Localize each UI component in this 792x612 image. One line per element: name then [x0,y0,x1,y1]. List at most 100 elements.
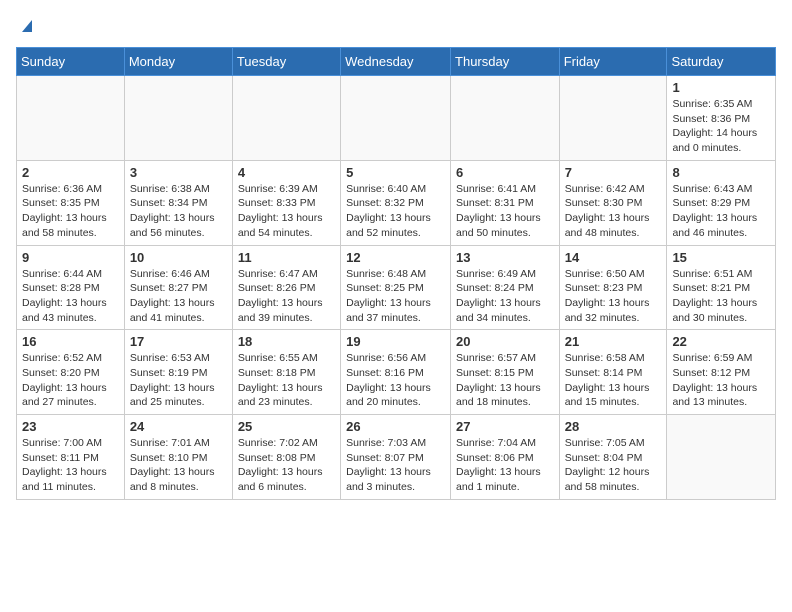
day-number: 15 [672,250,770,265]
day-number: 6 [456,165,554,180]
weekday-header-sunday: Sunday [17,48,125,76]
day-info: Sunrise: 6:46 AM Sunset: 8:27 PM Dayligh… [130,267,227,326]
calendar-cell: 11 Sunrise: 6:47 AM Sunset: 8:26 PM Dayli… [232,245,340,330]
day-info: Sunrise: 6:51 AM Sunset: 8:21 PM Dayligh… [672,267,770,326]
day-number: 3 [130,165,227,180]
calendar-cell [667,415,776,500]
logo-icon [18,16,36,34]
calendar-cell: 2 Sunrise: 6:36 AM Sunset: 8:35 PM Daylig… [17,160,125,245]
calendar-week-3: 9 Sunrise: 6:44 AM Sunset: 8:28 PM Daylig… [17,245,776,330]
day-number: 23 [22,419,119,434]
day-number: 22 [672,334,770,349]
day-info: Sunrise: 6:48 AM Sunset: 8:25 PM Dayligh… [346,267,445,326]
calendar-cell: 19Sunrise: 6:56 AM Sunset: 8:16 PM Dayli… [341,330,451,415]
day-info: Sunrise: 6:36 AM Sunset: 8:35 PM Dayligh… [22,182,119,241]
day-info: Sunrise: 6:39 AM Sunset: 8:33 PM Dayligh… [238,182,335,241]
calendar-cell: 8 Sunrise: 6:43 AM Sunset: 8:29 PM Daylig… [667,160,776,245]
calendar-table: SundayMondayTuesdayWednesdayThursdayFrid… [16,47,776,500]
logo [16,16,36,39]
weekday-header-saturday: Saturday [667,48,776,76]
calendar-cell: 27 Sunrise: 7:04 AM Sunset: 8:06 PM Dayli… [451,415,560,500]
weekday-header-monday: Monday [124,48,232,76]
day-info: Sunrise: 6:40 AM Sunset: 8:32 PM Dayligh… [346,182,445,241]
day-number: 1 [672,80,770,95]
calendar-week-5: 23 Sunrise: 7:00 AM Sunset: 8:11 PM Dayli… [17,415,776,500]
day-number: 12 [346,250,445,265]
day-info: Sunrise: 6:52 AM Sunset: 8:20 PM Dayligh… [22,351,119,410]
weekday-header-friday: Friday [559,48,667,76]
calendar-cell: 10 Sunrise: 6:46 AM Sunset: 8:27 PM Dayli… [124,245,232,330]
calendar-cell: 20 Sunrise: 6:57 AM Sunset: 8:15 PM Dayli… [451,330,560,415]
day-number: 4 [238,165,335,180]
day-info: Sunrise: 6:50 AM Sunset: 8:23 PM Dayligh… [565,267,662,326]
calendar-cell: 5 Sunrise: 6:40 AM Sunset: 8:32 PM Daylig… [341,160,451,245]
day-info: Sunrise: 7:05 AM Sunset: 8:04 PM Dayligh… [565,436,662,495]
calendar-cell: 13 Sunrise: 6:49 AM Sunset: 8:24 PM Dayli… [451,245,560,330]
calendar-cell: 24 Sunrise: 7:01 AM Sunset: 8:10 PM Dayli… [124,415,232,500]
day-info: Sunrise: 7:04 AM Sunset: 8:06 PM Dayligh… [456,436,554,495]
calendar-cell: 12 Sunrise: 6:48 AM Sunset: 8:25 PM Dayli… [341,245,451,330]
calendar-cell: 1Sunrise: 6:35 AM Sunset: 8:36 PM Daylig… [667,76,776,161]
calendar-cell: 25 Sunrise: 7:02 AM Sunset: 8:08 PM Dayli… [232,415,340,500]
day-info: Sunrise: 6:38 AM Sunset: 8:34 PM Dayligh… [130,182,227,241]
day-number: 8 [672,165,770,180]
calendar-cell: 7 Sunrise: 6:42 AM Sunset: 8:30 PM Daylig… [559,160,667,245]
day-number: 28 [565,419,662,434]
day-info: Sunrise: 6:59 AM Sunset: 8:12 PM Dayligh… [672,351,770,410]
calendar-cell: 21 Sunrise: 6:58 AM Sunset: 8:14 PM Dayli… [559,330,667,415]
calendar-cell: 4 Sunrise: 6:39 AM Sunset: 8:33 PM Daylig… [232,160,340,245]
day-info: Sunrise: 7:00 AM Sunset: 8:11 PM Dayligh… [22,436,119,495]
calendar-cell: 22 Sunrise: 6:59 AM Sunset: 8:12 PM Dayli… [667,330,776,415]
day-number: 21 [565,334,662,349]
calendar-cell: 17Sunrise: 6:53 AM Sunset: 8:19 PM Dayli… [124,330,232,415]
calendar-header-row: SundayMondayTuesdayWednesdayThursdayFrid… [17,48,776,76]
calendar-cell [232,76,340,161]
calendar-cell: 15 Sunrise: 6:51 AM Sunset: 8:21 PM Dayli… [667,245,776,330]
day-number: 19 [346,334,445,349]
day-number: 16 [22,334,119,349]
day-number: 7 [565,165,662,180]
day-number: 26 [346,419,445,434]
calendar-cell [124,76,232,161]
calendar-week-4: 16 Sunrise: 6:52 AM Sunset: 8:20 PM Dayli… [17,330,776,415]
day-number: 10 [130,250,227,265]
day-number: 2 [22,165,119,180]
day-number: 27 [456,419,554,434]
calendar-week-1: 1Sunrise: 6:35 AM Sunset: 8:36 PM Daylig… [17,76,776,161]
day-info: Sunrise: 6:49 AM Sunset: 8:24 PM Dayligh… [456,267,554,326]
day-info: Sunrise: 7:01 AM Sunset: 8:10 PM Dayligh… [130,436,227,495]
day-info: Sunrise: 6:58 AM Sunset: 8:14 PM Dayligh… [565,351,662,410]
day-number: 11 [238,250,335,265]
day-number: 9 [22,250,119,265]
calendar-week-2: 2 Sunrise: 6:36 AM Sunset: 8:35 PM Daylig… [17,160,776,245]
day-number: 24 [130,419,227,434]
calendar-cell: 16 Sunrise: 6:52 AM Sunset: 8:20 PM Dayli… [17,330,125,415]
page-header [16,16,776,39]
day-info: Sunrise: 6:42 AM Sunset: 8:30 PM Dayligh… [565,182,662,241]
day-number: 25 [238,419,335,434]
calendar-cell [451,76,560,161]
day-info: Sunrise: 6:57 AM Sunset: 8:15 PM Dayligh… [456,351,554,410]
day-number: 5 [346,165,445,180]
day-number: 18 [238,334,335,349]
day-info: Sunrise: 6:55 AM Sunset: 8:18 PM Dayligh… [238,351,335,410]
day-info: Sunrise: 6:47 AM Sunset: 8:26 PM Dayligh… [238,267,335,326]
calendar-cell: 23 Sunrise: 7:00 AM Sunset: 8:11 PM Dayli… [17,415,125,500]
calendar-cell: 9 Sunrise: 6:44 AM Sunset: 8:28 PM Daylig… [17,245,125,330]
day-info: Sunrise: 6:44 AM Sunset: 8:28 PM Dayligh… [22,267,119,326]
weekday-header-tuesday: Tuesday [232,48,340,76]
calendar-cell [559,76,667,161]
day-info: Sunrise: 7:03 AM Sunset: 8:07 PM Dayligh… [346,436,445,495]
day-number: 13 [456,250,554,265]
day-number: 14 [565,250,662,265]
day-info: Sunrise: 7:02 AM Sunset: 8:08 PM Dayligh… [238,436,335,495]
calendar-cell: 3 Sunrise: 6:38 AM Sunset: 8:34 PM Daylig… [124,160,232,245]
weekday-header-thursday: Thursday [451,48,560,76]
day-info: Sunrise: 6:41 AM Sunset: 8:31 PM Dayligh… [456,182,554,241]
day-info: Sunrise: 6:43 AM Sunset: 8:29 PM Dayligh… [672,182,770,241]
calendar-cell: 18 Sunrise: 6:55 AM Sunset: 8:18 PM Dayli… [232,330,340,415]
calendar-cell: 6 Sunrise: 6:41 AM Sunset: 8:31 PM Daylig… [451,160,560,245]
day-number: 17 [130,334,227,349]
calendar-cell [341,76,451,161]
day-number: 20 [456,334,554,349]
